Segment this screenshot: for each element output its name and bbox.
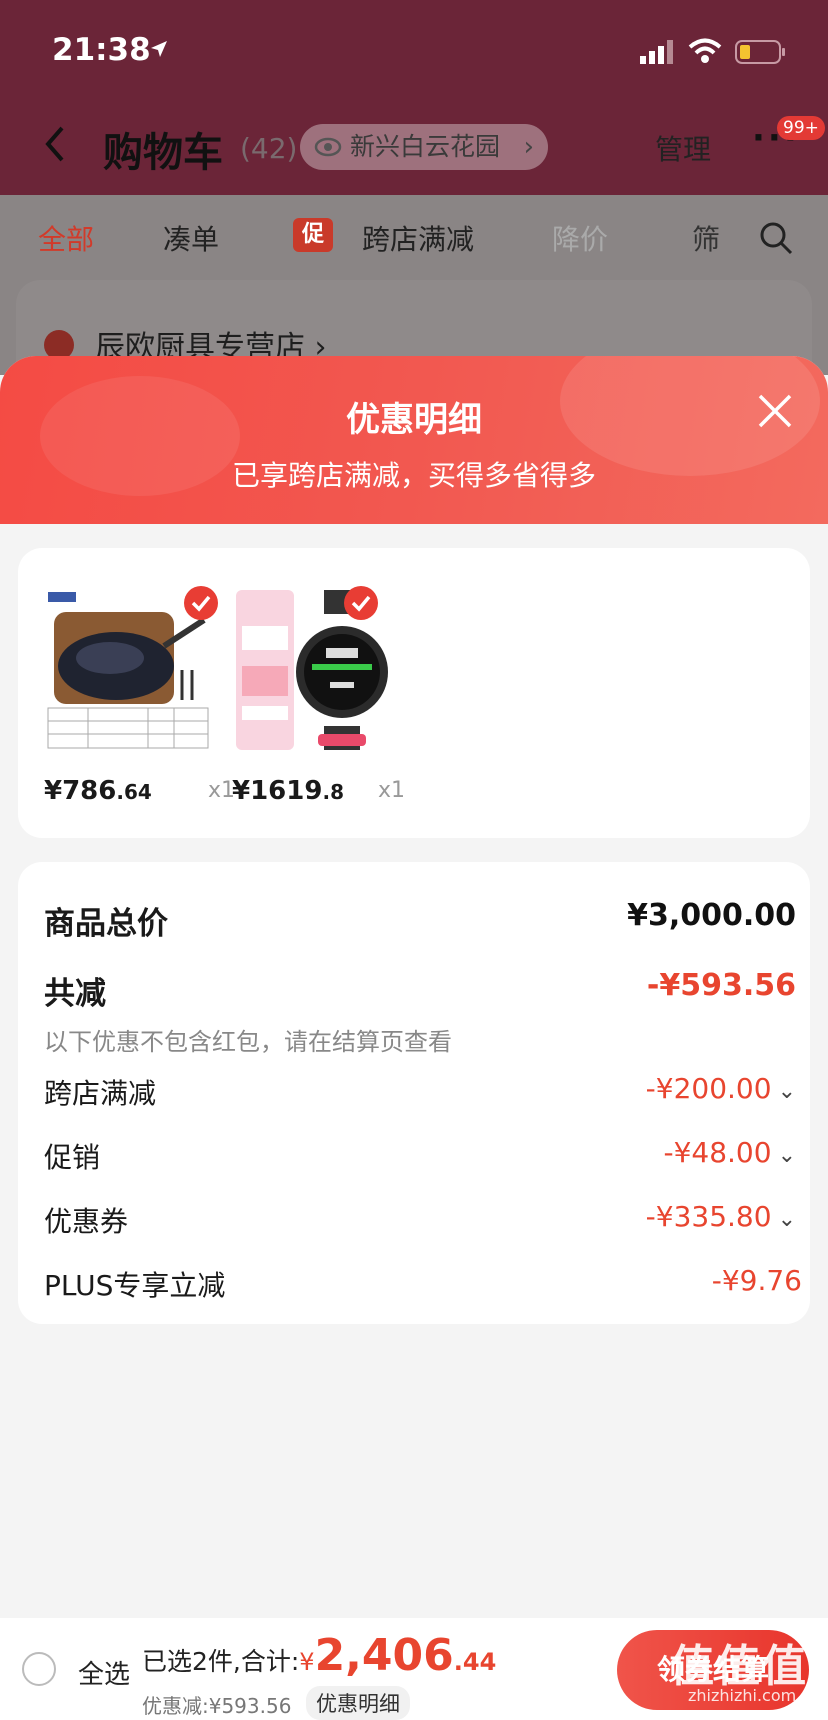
discount-label: 跨店满减 [44,1077,157,1110]
discount-note: 以下优惠不包含红包，请在结算页查看 [44,1028,452,1056]
tab-price-drop[interactable]: 降价 [552,218,608,258]
eye-icon [314,137,342,157]
status-time: 21:38 [52,32,151,68]
select-all-checkbox[interactable] [22,1652,56,1686]
price-integer: ¥786 [44,776,117,806]
sheet-subtitle: 已享跨店满减，买得多省得多 [231,459,596,492]
page-title: 购物车 [103,130,223,176]
discount-summary: 优惠减:¥593.56 [142,1694,292,1718]
address-text: 新兴白云花园 [350,132,501,161]
selected-products-card: ¥786.64 x1 ¥1619.8 x1 [18,548,810,838]
discount-label: 促销 [44,1141,101,1174]
message-badge: 99+ [777,116,825,140]
sheet-title: 优惠明细 [346,400,482,440]
cart-nav-bar: 购物车 (42) 新兴白云花园 › 管理 ··· 99+ [0,110,828,190]
promo-tag: 促 [293,218,333,252]
product-quantity: x1 [378,778,406,803]
product-checkbox[interactable] [184,586,218,620]
price-decimal: .8 [322,780,344,804]
watermark-url: zhizhizhi.com [688,1686,797,1705]
product-quantity: x1 [208,778,236,803]
battery-icon [735,40,785,64]
tab-cross-store[interactable]: 跨店满减 [362,218,474,258]
product-price: ¥1619.8 [232,776,344,806]
currency-symbol: ¥ [299,1648,315,1676]
sheet-header: 优惠明细 已享跨店满减，买得多省得多 [0,356,828,524]
selected-count-text: 已选2件,合计: [142,1647,300,1676]
check-icon [191,595,211,612]
search-icon[interactable] [758,220,794,256]
discount-detail-button[interactable]: 优惠明细 [306,1686,410,1720]
price-decimal: .64 [116,780,152,804]
discount-value: -¥200.00 ⌄ [645,1072,796,1105]
total-decimal: .44 [453,1648,497,1676]
wifi-icon [688,38,722,63]
chevron-right-icon: › [523,132,535,162]
total-reduce-label: 共减 [44,976,106,1012]
select-all-label[interactable]: 全选 [78,1654,130,1691]
discount-detail-sheet: 优惠明细 已享跨店满减，买得多省得多 ¥786.64 x1 ¥1619.8 x1… [0,356,828,1720]
discount-value: -¥48.00 ⌄ [663,1136,796,1169]
product-checkbox[interactable] [344,586,378,620]
tab-all[interactable]: 全部 [38,218,94,258]
total-price-label: 商品总价 [44,906,168,942]
cart-count: (42) [240,132,298,165]
price-integer: ¥1619 [232,776,323,806]
address-selector[interactable]: 新兴白云花园 › [300,124,549,170]
tab-filter[interactable]: 筛 [692,218,720,258]
total-price-value: ¥3,000.00 [627,898,796,933]
total-reduce-value: -¥593.56 [646,968,796,1003]
filter-tabs: 全部 凑单 促 跨店满减 降价 筛 [0,210,828,270]
watermark-logo: 值值值 [670,1641,808,1692]
discount-label: 优惠券 [44,1205,129,1238]
close-icon[interactable] [756,392,794,430]
location-arrow-icon [151,41,167,57]
cellular-signal-icon [640,40,673,64]
manage-button[interactable]: 管理 [655,128,711,168]
product-price: ¥786.64 [44,776,152,806]
total-summary: 已选2件,合计:¥2,406.44 [142,1630,496,1681]
discount-value: -¥335.80 ⌄ [645,1200,796,1233]
total-integer: 2,406 [314,1630,454,1681]
back-arrow-icon[interactable] [40,124,70,164]
price-breakdown-card: 商品总价 ¥3,000.00 共减 -¥593.56 以下优惠不包含红包，请在结… [18,862,810,1324]
chevron-down-icon: ⌄ [777,1079,796,1104]
discount-value: -¥9.76 [711,1264,802,1297]
status-bar: 21:38 [0,0,828,100]
chevron-down-icon: ⌄ [777,1143,796,1168]
tab-cou-dan[interactable]: 凑单 [163,218,219,258]
discount-label: PLUS专享立减 [44,1269,226,1302]
chevron-down-icon: ⌄ [777,1207,796,1232]
check-icon [351,595,371,612]
